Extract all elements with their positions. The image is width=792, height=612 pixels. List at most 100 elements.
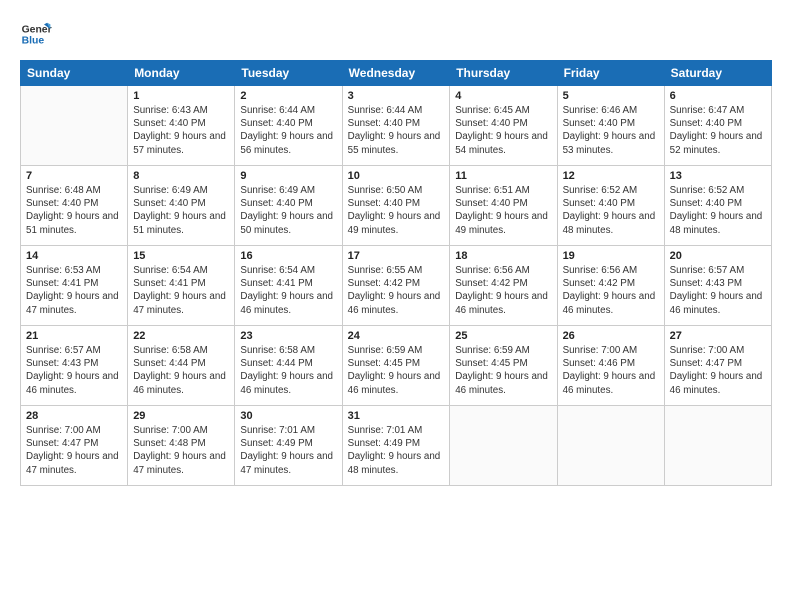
sunset-label: Sunset: 4:40 PM [563,118,635,129]
day-detail: Sunrise: 6:47 AMSunset: 4:40 PMDaylight:… [670,104,766,157]
day-detail: Sunrise: 6:58 AMSunset: 4:44 PMDaylight:… [133,344,229,397]
sunrise-label: Sunrise: 6:52 AM [563,185,638,196]
sunrise-label: Sunrise: 7:00 AM [26,425,101,436]
sunset-label: Sunset: 4:49 PM [348,438,420,449]
calendar-week-row: 1Sunrise: 6:43 AMSunset: 4:40 PMDaylight… [21,86,772,166]
table-row: 13Sunrise: 6:52 AMSunset: 4:40 PMDayligh… [664,166,771,246]
day-number: 25 [455,330,551,342]
sunset-label: Sunset: 4:47 PM [26,438,98,449]
table-row [664,406,771,486]
sunset-label: Sunset: 4:48 PM [133,438,205,449]
sunrise-label: Sunrise: 6:46 AM [563,105,638,116]
sunset-label: Sunset: 4:42 PM [455,278,527,289]
sunrise-label: Sunrise: 6:54 AM [240,265,315,276]
table-row: 6 Sunrise: 6:47 AMSunset: 4:40 PMDaylight… [664,86,771,166]
day-number: 5 [563,90,659,102]
day-detail: Sunrise: 6:49 AMSunset: 4:40 PMDaylight:… [240,184,336,237]
sunrise-label: Sunrise: 7:00 AM [563,345,638,356]
sunset-label: Sunset: 4:42 PM [348,278,420,289]
day-detail: Sunrise: 6:52 AM Sunset: 4:40 PM Daylight:… [563,184,659,237]
daylight-label: Daylight: 9 hours and 46 minutes. [348,291,441,315]
sunrise-label: Sunrise: 7:00 AM [670,345,745,356]
table-row: 27Sunrise: 7:00 AMSunset: 4:47 PMDayligh… [664,326,771,406]
page-header: General Blue [20,18,772,50]
day-detail: Sunrise: 6:51 AMSunset: 4:40 PMDaylight:… [455,184,551,237]
sunrise-label: Sunrise: 6:50 AM [348,185,423,196]
daylight-label: Daylight: 9 hours and 46 minutes. [563,371,656,395]
table-row [557,406,664,486]
logo: General Blue [20,18,52,50]
sunrise-label: Sunrise: 6:57 AM [26,345,101,356]
sunset-label: Sunset: 4:40 PM [670,198,742,209]
table-row: 10Sunrise: 6:50 AMSunset: 4:40 PMDayligh… [342,166,450,246]
day-number: 15 [133,250,229,262]
day-detail: Sunrise: 6:57 AMSunset: 4:43 PMDaylight:… [26,344,122,397]
daylight-label: Daylight: 9 hours and 49 minutes. [348,211,441,235]
calendar-week-row: 7Sunrise: 6:48 AMSunset: 4:40 PMDaylight… [21,166,772,246]
col-saturday: Saturday [664,61,771,86]
col-thursday: Thursday [450,61,557,86]
daylight-label: Daylight: 9 hours and 57 minutes. [133,131,226,155]
table-row: 22 Sunrise: 6:58 AMSunset: 4:44 PMDayligh… [128,326,235,406]
day-number: 8 [133,170,229,182]
daylight-label: Daylight: 9 hours and 46 minutes. [670,291,763,315]
day-number: 6 [670,90,766,102]
day-number: 23 [240,330,336,342]
sunrise-label: Sunrise: 6:51 AM [455,185,530,196]
daylight-label: Daylight: 9 hours and 47 minutes. [133,451,226,475]
calendar-header-row: Sunday Monday Tuesday Wednesday Thursday… [21,61,772,86]
day-number: 3 [348,90,445,102]
table-row: 18Sunrise: 6:56 AMSunset: 4:42 PMDayligh… [450,246,557,326]
sunset-label: Sunset: 4:49 PM [240,438,312,449]
daylight-label: Daylight: 9 hours and 51 minutes. [26,211,119,235]
daylight-label: Daylight: 9 hours and 55 minutes. [348,131,441,155]
sunset-label: Sunset: 4:41 PM [133,278,205,289]
sunset-label: Sunset: 4:40 PM [348,118,420,129]
day-number: 4 [455,90,551,102]
sunrise-label: Sunrise: 7:00 AM [133,425,208,436]
sunrise-label: Sunrise: 6:59 AM [455,345,530,356]
daylight-label: Daylight: 9 hours and 46 minutes. [455,291,548,315]
daylight-label: Daylight: 9 hours and 56 minutes. [240,131,333,155]
day-detail: Sunrise: 6:59 AMSunset: 4:45 PMDaylight:… [348,344,445,397]
col-friday: Friday [557,61,664,86]
day-number: 18 [455,250,551,262]
day-number: 10 [348,170,445,182]
sunrise-label: Sunrise: 6:49 AM [240,185,315,196]
table-row: 5Sunrise: 6:46 AMSunset: 4:40 PMDaylight… [557,86,664,166]
daylight-label: Daylight: 9 hours and 49 minutes. [455,211,548,235]
table-row: 25 Sunrise: 6:59 AMSunset: 4:45 PMDayligh… [450,326,557,406]
day-number: 22 [133,330,229,342]
calendar-week-row: 14Sunrise: 6:53 AMSunset: 4:41 PMDayligh… [21,246,772,326]
sunset-label: Sunset: 4:46 PM [563,358,635,369]
daylight-label: Daylight: 9 hours and 51 minutes. [133,211,226,235]
day-detail: Sunrise: 7:00 AMSunset: 4:47 PMDaylight:… [26,424,122,477]
sunset-label: Sunset: 4:40 PM [26,198,98,209]
col-wednesday: Wednesday [342,61,450,86]
table-row [21,86,128,166]
day-detail: Sunrise: 7:01 AMSunset: 4:49 PMDaylight:… [240,424,336,477]
table-row: 19Sunrise: 6:56 AMSunset: 4:42 PMDayligh… [557,246,664,326]
table-row: 21Sunrise: 6:57 AMSunset: 4:43 PMDayligh… [21,326,128,406]
table-row [450,406,557,486]
day-number: 9 [240,170,336,182]
day-number: 7 [26,170,122,182]
sunset-label: Sunset: 4:43 PM [26,358,98,369]
daylight-label: Daylight: 9 hours and 48 minutes. [563,211,656,235]
daylight-label: Daylight: 9 hours and 47 minutes. [133,291,226,315]
day-detail: Sunrise: 6:54 AMSunset: 4:41 PMDaylight:… [133,264,229,317]
sunrise-label: Sunrise: 6:45 AM [455,105,530,116]
col-tuesday: Tuesday [235,61,342,86]
day-number: 12 [563,170,659,182]
sunset-label: Sunset: 4:40 PM [563,198,635,209]
daylight-label: Daylight: 9 hours and 52 minutes. [670,131,763,155]
day-detail: Sunrise: 6:59 AMSunset: 4:45 PMDaylight:… [455,344,551,397]
sunrise-label: Sunrise: 6:47 AM [670,105,745,116]
logo-icon: General Blue [20,18,52,50]
sunrise-label: Sunrise: 6:57 AM [670,265,745,276]
sunrise-label: Sunrise: 7:01 AM [348,425,423,436]
table-row: 23Sunrise: 6:58 AMSunset: 4:44 PMDayligh… [235,326,342,406]
table-row: 29Sunrise: 7:00 AMSunset: 4:48 PMDayligh… [128,406,235,486]
day-detail: Sunrise: 7:00 AMSunset: 4:47 PMDaylight:… [670,344,766,397]
day-detail: Sunrise: 6:44 AMSunset: 4:40 PMDaylight:… [240,104,336,157]
